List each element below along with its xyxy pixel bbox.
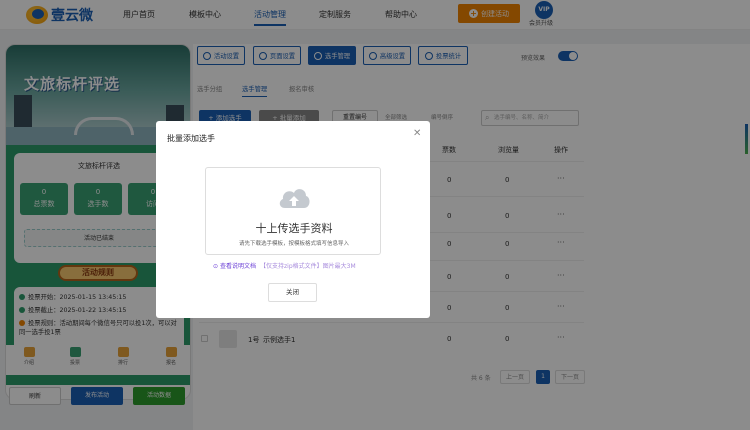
cloud-upload-icon xyxy=(279,189,310,208)
view-docs-link[interactable]: ⊙ 查看说明文档 xyxy=(213,261,256,270)
upload-title: 十上传选手资料 xyxy=(255,222,333,235)
file-format-note: 【仅支持zip格式文件】图片最大3M xyxy=(260,263,356,270)
dialog-title: 批量添加选手 xyxy=(167,134,215,143)
close-icon[interactable]: ✕ xyxy=(413,128,421,139)
batch-add-dialog: 批量添加选手 ✕ 十上传选手资料 请先下载选手模板，按模板格式填写信息导入 ⊙ … xyxy=(156,121,430,318)
dialog-close-button[interactable]: 关闭 xyxy=(268,283,317,302)
upload-hint: 请先下载选手模板，按模板格式填写信息导入 xyxy=(238,241,349,247)
doc-link-text: 查看说明文档 xyxy=(219,263,256,270)
upload-dropzone[interactable]: 十上传选手资料 请先下载选手模板，按模板格式填写信息导入 xyxy=(205,167,381,255)
eye-icon: ⊙ xyxy=(213,263,220,270)
